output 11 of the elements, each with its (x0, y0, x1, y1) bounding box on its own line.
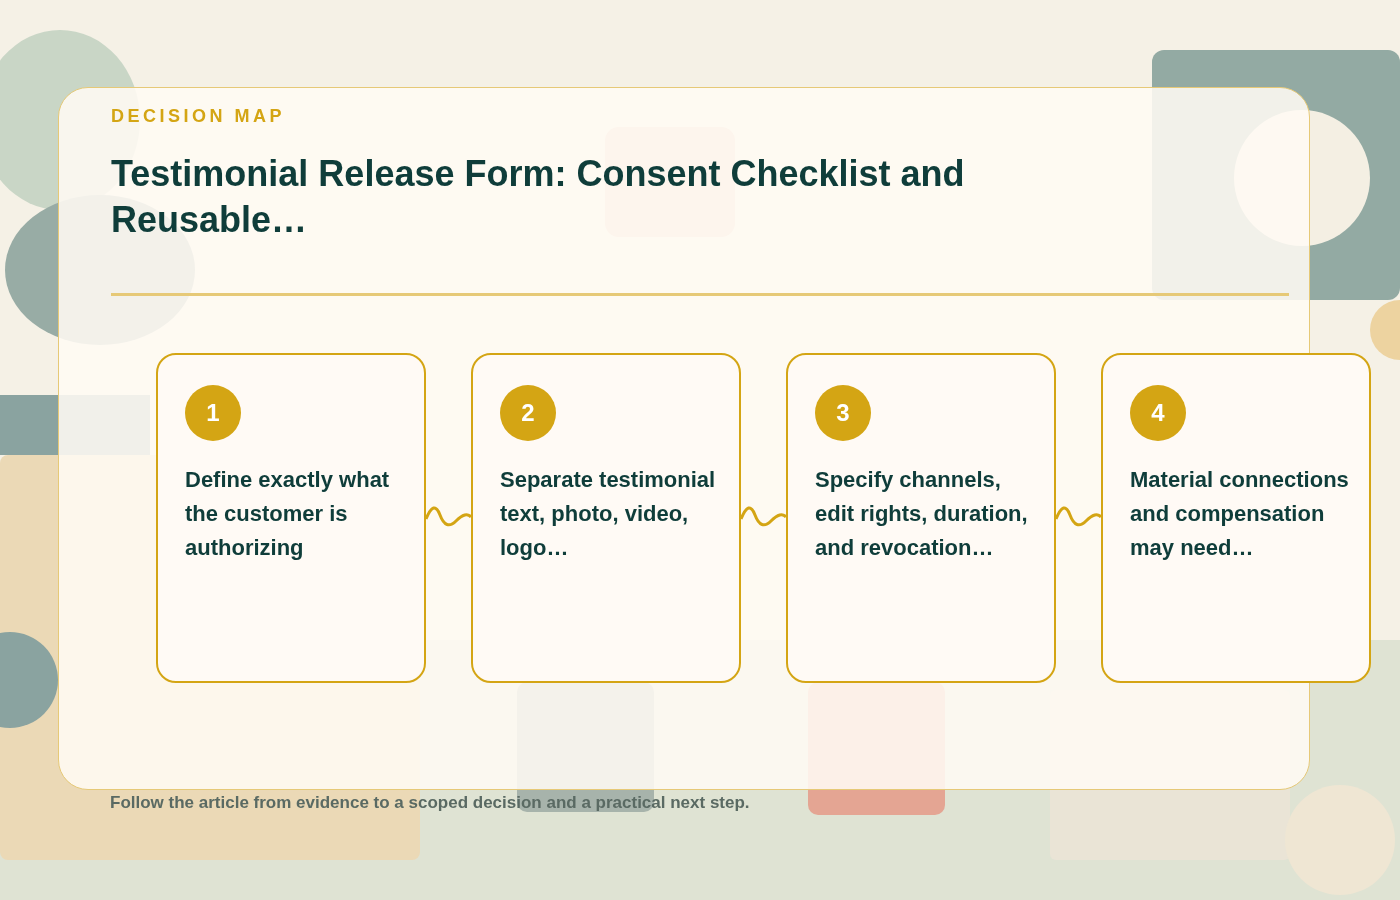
step-text: Define exactly what the customer is authorizing (185, 466, 391, 562)
step-text: Specify channels, edit rights, duration, and revocation… (815, 466, 1029, 562)
step-number: 1 (185, 385, 241, 441)
step-text: Separate testimonial text, photo, video, logo… (500, 466, 717, 562)
step-number: 3 (815, 385, 871, 441)
section-label: DECISION MAP (111, 106, 286, 127)
step-number: 4 (1130, 385, 1186, 441)
page-title: Testimonial Release Form: Consent Checklist and Reusable… (111, 152, 966, 242)
caption: Follow the article from evidence to a scoped decision and a practical next step. (110, 793, 750, 813)
step-text: Material connections and compensation may need… (1130, 466, 1349, 562)
step-number: 2 (500, 385, 556, 441)
